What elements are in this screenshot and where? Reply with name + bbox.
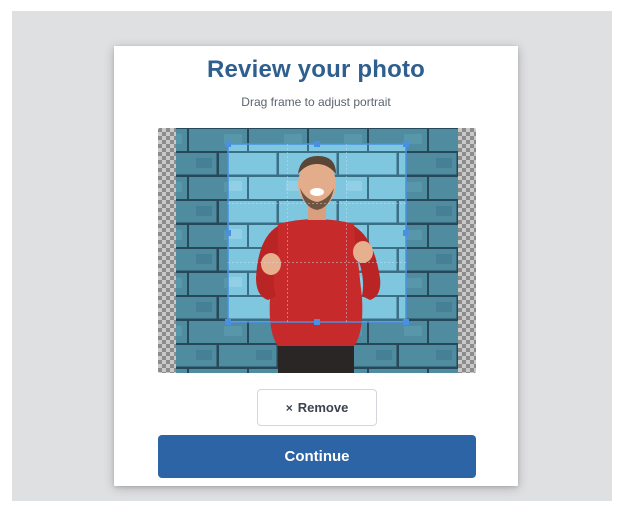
- remove-button[interactable]: × Remove: [257, 389, 377, 426]
- dialog-title: Review your photo: [206, 56, 426, 83]
- close-icon: ×: [285, 400, 293, 415]
- continue-button-label: Continue: [284, 448, 350, 465]
- continue-button[interactable]: Continue: [158, 435, 476, 478]
- dialog-subtitle: Drag frame to adjust portrait: [241, 95, 391, 109]
- photo-crop-area[interactable]: [158, 128, 476, 373]
- review-photo-dialog: Review your photo Drag frame to adjust p…: [114, 46, 518, 486]
- remove-button-label: Remove: [297, 400, 349, 415]
- photo-preview: [158, 128, 476, 373]
